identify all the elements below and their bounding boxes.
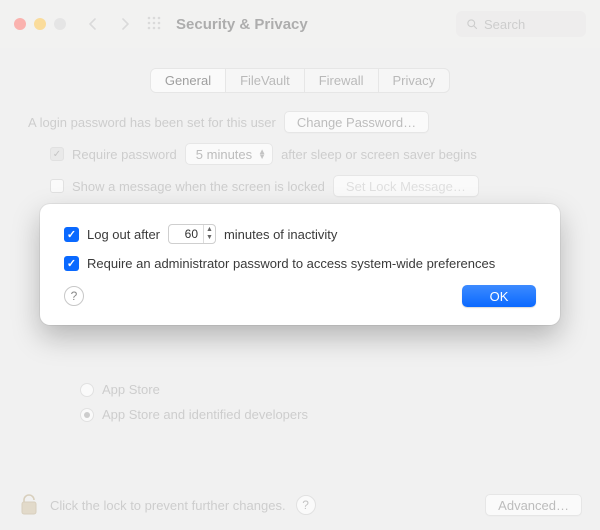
tab-general[interactable]: General	[151, 69, 226, 92]
tab-privacy[interactable]: Privacy	[379, 69, 450, 92]
allow-app-store-radio[interactable]	[80, 383, 94, 397]
allow-app-store-label: App Store	[102, 382, 160, 397]
lock-icon[interactable]	[18, 490, 40, 521]
set-lock-message-button[interactable]: Set Lock Message…	[333, 175, 479, 197]
show-lock-message-checkbox[interactable]	[50, 179, 64, 193]
stepper-arrows-icon: ▲▼	[203, 225, 215, 243]
logout-after-label-a: Log out after	[87, 227, 160, 242]
back-button[interactable]	[82, 13, 104, 35]
forward-button[interactable]	[114, 13, 136, 35]
lock-description: Click the lock to prevent further change…	[50, 498, 286, 513]
tab-filevault[interactable]: FileVault	[226, 69, 305, 92]
allow-app-store-dev-label: App Store and identified developers	[102, 407, 308, 422]
sheet-help-button[interactable]: ?	[64, 286, 84, 306]
require-password-delay-value: 5 minutes	[196, 147, 252, 162]
show-lock-message-label: Show a message when the screen is locked	[72, 179, 325, 194]
tab-bar: General FileVault Firewall Privacy	[0, 68, 600, 93]
traffic-lights	[14, 18, 66, 30]
close-window-button[interactable]	[14, 18, 26, 30]
window-title: Security & Privacy	[176, 16, 308, 33]
login-password-set-label: A login password has been set for this u…	[28, 115, 276, 130]
require-password-label: Require password	[72, 147, 177, 162]
require-password-checkbox[interactable]	[50, 147, 64, 161]
require-password-delay-select[interactable]: 5 minutes ▲▼	[185, 143, 273, 165]
advanced-button[interactable]: Advanced…	[485, 494, 582, 516]
search-placeholder: Search	[484, 17, 525, 32]
tab-firewall[interactable]: Firewall	[305, 69, 379, 92]
change-password-button[interactable]: Change Password…	[284, 111, 429, 133]
zoom-window-button[interactable]	[54, 18, 66, 30]
window-toolbar: Security & Privacy Search	[0, 0, 600, 48]
require-admin-checkbox[interactable]	[64, 256, 79, 271]
allow-app-store-dev-radio[interactable]	[80, 408, 94, 422]
logout-after-label-b: minutes of inactivity	[224, 227, 337, 242]
logout-minutes-stepper[interactable]: 60 ▲▼	[168, 224, 216, 244]
chevron-updown-icon: ▲▼	[258, 149, 266, 159]
require-password-after-label: after sleep or screen saver begins	[281, 147, 477, 162]
show-all-prefs-button[interactable]	[146, 15, 162, 34]
window-footer: Click the lock to prevent further change…	[0, 480, 600, 530]
minimize-window-button[interactable]	[34, 18, 46, 30]
footer-help-button[interactable]: ?	[296, 495, 316, 515]
search-icon	[466, 18, 478, 30]
advanced-options-sheet: Log out after 60 ▲▼ minutes of inactivit…	[40, 204, 560, 325]
require-admin-label: Require an administrator password to acc…	[87, 256, 495, 271]
ok-button[interactable]: OK	[462, 285, 536, 307]
search-field[interactable]: Search	[456, 11, 586, 37]
logout-after-checkbox[interactable]	[64, 227, 79, 242]
logout-minutes-value: 60	[169, 227, 203, 241]
